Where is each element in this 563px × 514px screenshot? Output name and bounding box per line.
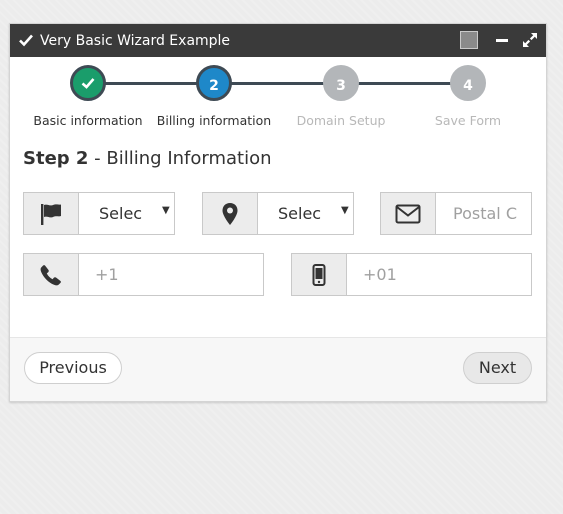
flag-icon	[41, 203, 61, 225]
check-icon	[81, 78, 95, 89]
mobile-field[interactable]: +01	[291, 253, 532, 296]
step-3-indicator[interactable]: 3	[323, 65, 359, 101]
mobile-placeholder: +01	[363, 265, 397, 284]
step-2-number: 2	[209, 78, 219, 94]
country-addon	[24, 193, 79, 234]
wizard-stepper: Basic information 2 Billing information …	[10, 57, 546, 128]
phone-placeholder: +1	[95, 265, 119, 284]
postal-code-field[interactable]: Postal C	[380, 192, 532, 235]
map-marker-icon	[222, 202, 238, 225]
step-connector	[88, 82, 468, 85]
country-select[interactable]: Selec ▼	[23, 192, 175, 235]
step-heading: Step 2 - Billing Information	[23, 148, 272, 169]
step-4-indicator[interactable]: 4	[450, 65, 486, 101]
step-3-number: 3	[336, 78, 346, 94]
country-select-value: Selec	[99, 204, 143, 223]
previous-button[interactable]: Previous	[24, 352, 122, 384]
step-3-label[interactable]: Domain Setup	[276, 113, 406, 128]
square-icon	[460, 31, 478, 49]
region-select[interactable]: Selec ▼	[202, 192, 354, 235]
phone-icon	[40, 264, 61, 285]
step-2-indicator[interactable]: 2	[196, 65, 232, 101]
envelope-icon	[395, 204, 421, 223]
wizard-panel: Very Basic Wizard Example Basic informat…	[9, 23, 547, 402]
check-icon	[19, 34, 33, 47]
expand-icon[interactable]	[521, 31, 539, 49]
region-addon	[203, 193, 258, 234]
color-toggle-button[interactable]	[460, 31, 478, 49]
step-number-text: Step 2	[23, 148, 89, 169]
postal-addon	[381, 193, 436, 234]
step-4-number: 4	[463, 78, 473, 94]
chevron-down-icon: ▼	[162, 205, 170, 216]
panel-title: Very Basic Wizard Example	[40, 33, 231, 49]
step-1-indicator[interactable]	[70, 65, 106, 101]
step-4-label[interactable]: Save Form	[403, 113, 533, 128]
next-button[interactable]: Next	[463, 352, 532, 384]
step-2-label[interactable]: Billing information	[149, 113, 279, 128]
mobile-addon	[292, 254, 347, 295]
chevron-down-icon: ▼	[341, 205, 349, 216]
postal-code-placeholder: Postal C	[453, 204, 517, 223]
mobile-phone-icon	[312, 263, 326, 286]
panel-titlebar: Very Basic Wizard Example	[10, 24, 546, 57]
phone-addon	[24, 254, 79, 295]
step-title-text: Billing Information	[106, 148, 272, 169]
phone-field[interactable]: +1	[23, 253, 264, 296]
region-select-value: Selec	[278, 204, 322, 223]
step-1-label[interactable]: Basic information	[23, 113, 153, 128]
heading-separator: -	[88, 148, 107, 169]
minimize-icon[interactable]	[493, 31, 511, 49]
wizard-footer: Previous Next	[10, 337, 546, 401]
